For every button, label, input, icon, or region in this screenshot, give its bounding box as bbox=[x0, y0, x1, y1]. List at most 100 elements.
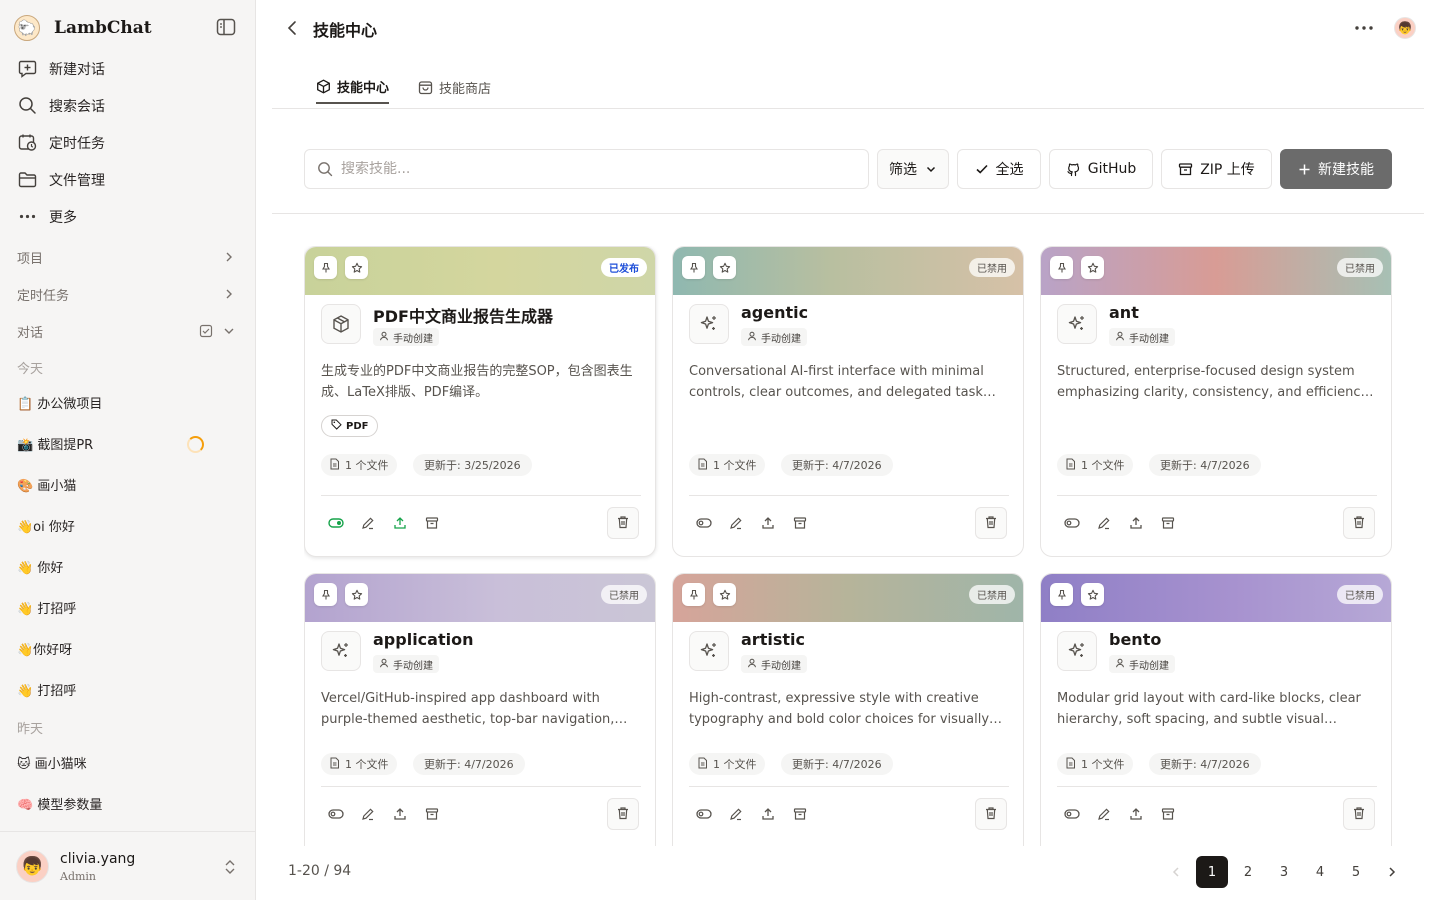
conversation-item[interactable]: 👋你好呀 bbox=[17, 633, 239, 663]
edit-icon[interactable] bbox=[1094, 804, 1114, 824]
github-import-button[interactable]: GitHub bbox=[1049, 149, 1153, 189]
publish-icon[interactable] bbox=[758, 513, 778, 533]
nav-scheduled[interactable]: 定时任务 bbox=[0, 124, 255, 161]
page-button-2[interactable]: 2 bbox=[1232, 856, 1264, 888]
prev-page-button[interactable] bbox=[1160, 856, 1192, 888]
section-scheduled[interactable]: 定时任务 bbox=[0, 277, 255, 311]
conversation-item[interactable]: 👋 打招呼 bbox=[17, 592, 239, 622]
skill-card[interactable]: 已发布 PDF中文商业报告生成器 手动创建 生成专业的PDF中文商业报告的完整SOP，… bbox=[304, 246, 656, 557]
section-conversations[interactable]: 对话 bbox=[0, 314, 255, 348]
skill-card[interactable]: 已禁用 application 手动创建 Vercel/GitHub-inspired… bbox=[304, 573, 656, 846]
page-button-1[interactable]: 1 bbox=[1196, 856, 1228, 888]
file-count-badge: 1 个文件 bbox=[689, 454, 765, 476]
toggle-off-icon[interactable] bbox=[694, 804, 714, 824]
app-name: LambChat bbox=[54, 18, 152, 38]
search-box[interactable] bbox=[304, 149, 869, 189]
select-all-button[interactable]: 全选 bbox=[957, 149, 1041, 189]
conversation-item[interactable]: 📋 办公微项目 bbox=[17, 387, 239, 417]
nav-new-chat[interactable]: 新建对话 bbox=[0, 50, 255, 87]
more-horizontal-icon[interactable] bbox=[1353, 18, 1375, 38]
brand[interactable]: 🐑 LambChat bbox=[14, 12, 152, 44]
filter-button[interactable]: 筛选 bbox=[877, 149, 949, 189]
pin-icon[interactable] bbox=[314, 583, 337, 606]
star-icon[interactable] bbox=[1081, 256, 1104, 279]
toggle-off-icon[interactable] bbox=[1062, 513, 1082, 533]
conversation-item[interactable]: 👋 你好 bbox=[17, 551, 239, 581]
conversation-item[interactable]: 🧠 模型参数量 bbox=[17, 788, 239, 818]
user-icon bbox=[1115, 331, 1129, 344]
delete-button[interactable] bbox=[607, 798, 639, 830]
publish-icon[interactable] bbox=[1126, 513, 1146, 533]
pin-icon[interactable] bbox=[1050, 256, 1073, 279]
source-label: 手动创建 bbox=[761, 333, 801, 345]
tag-label: PDF bbox=[346, 420, 369, 432]
skill-card[interactable]: 已禁用 ant 手动创建 Structured, enterprise-focused… bbox=[1040, 246, 1392, 557]
skill-name: bento bbox=[1109, 630, 1162, 649]
pin-icon[interactable] bbox=[682, 256, 705, 279]
archive-icon[interactable] bbox=[790, 513, 810, 533]
source-label: 手动创建 bbox=[1129, 333, 1169, 345]
toggle-off-icon[interactable] bbox=[694, 513, 714, 533]
edit-icon[interactable] bbox=[726, 513, 746, 533]
avatar[interactable]: 👦 bbox=[1394, 17, 1416, 39]
conversation-item[interactable]: 🎨 画小猫 bbox=[17, 469, 239, 499]
delete-button[interactable] bbox=[975, 507, 1007, 539]
edit-icon[interactable] bbox=[1094, 513, 1114, 533]
delete-button[interactable] bbox=[975, 798, 1007, 830]
nav-more[interactable]: 更多 bbox=[0, 198, 255, 235]
publish-icon[interactable] bbox=[758, 804, 778, 824]
new-chat-icon bbox=[17, 59, 37, 79]
select-edit-icon[interactable] bbox=[199, 324, 213, 342]
edit-icon[interactable] bbox=[726, 804, 746, 824]
nav-files[interactable]: 文件管理 bbox=[0, 161, 255, 198]
conversation-item[interactable]: 🐱 画小猫咪 bbox=[17, 747, 239, 777]
star-icon[interactable] bbox=[1081, 583, 1104, 606]
conversation-item[interactable]: 👋 打招呼 bbox=[17, 674, 239, 704]
delete-button[interactable] bbox=[1343, 798, 1375, 830]
publish-icon[interactable] bbox=[390, 804, 410, 824]
pin-icon[interactable] bbox=[1050, 583, 1073, 606]
toggle-off-icon[interactable] bbox=[1062, 804, 1082, 824]
pin-icon[interactable] bbox=[682, 583, 705, 606]
nav-search[interactable]: 搜索会话 bbox=[0, 87, 255, 124]
tab-skill-store[interactable]: 技能商店 bbox=[418, 70, 491, 104]
conversation-item[interactable]: 📸 截图提PR bbox=[17, 428, 239, 458]
archive-icon[interactable] bbox=[1158, 804, 1178, 824]
tag-pill[interactable]: PDF bbox=[321, 415, 379, 437]
skill-card[interactable]: 已禁用 bento 手动创建 Modular grid layout with car… bbox=[1040, 573, 1392, 846]
sidebar-toggle-icon[interactable] bbox=[216, 18, 236, 36]
edit-icon[interactable] bbox=[358, 513, 378, 533]
delete-button[interactable] bbox=[607, 507, 639, 539]
next-page-button[interactable] bbox=[1376, 856, 1408, 888]
archive-icon[interactable] bbox=[422, 804, 442, 824]
delete-button[interactable] bbox=[1343, 507, 1375, 539]
star-icon[interactable] bbox=[713, 256, 736, 279]
archive-icon[interactable] bbox=[790, 804, 810, 824]
user-menu[interactable]: 👦 clivia.yang Admin bbox=[0, 831, 255, 900]
page-button-5[interactable]: 5 bbox=[1340, 856, 1372, 888]
publish-icon[interactable] bbox=[390, 513, 410, 533]
pin-icon[interactable] bbox=[314, 256, 337, 279]
page-button-4[interactable]: 4 bbox=[1304, 856, 1336, 888]
archive-icon[interactable] bbox=[422, 513, 442, 533]
page-button-3[interactable]: 3 bbox=[1268, 856, 1300, 888]
skill-card[interactable]: 已禁用 agentic 手动创建 Conversational AI-first in… bbox=[672, 246, 1024, 557]
new-skill-button[interactable]: 新建技能 bbox=[1280, 149, 1392, 189]
star-icon[interactable] bbox=[713, 583, 736, 606]
skill-card[interactable]: 已禁用 artistic 手动创建 High-contrast, expressive… bbox=[672, 573, 1024, 846]
avatar: 👦 bbox=[16, 850, 49, 883]
star-icon[interactable] bbox=[345, 256, 368, 279]
conversation-item[interactable]: 👋oi 你好 bbox=[17, 510, 239, 540]
publish-icon[interactable] bbox=[1126, 804, 1146, 824]
toggle-on-icon[interactable] bbox=[326, 513, 346, 533]
zip-upload-button[interactable]: ZIP 上传 bbox=[1161, 149, 1272, 189]
edit-icon[interactable] bbox=[358, 804, 378, 824]
updated-date-badge: 更新于: 4/7/2026 bbox=[781, 454, 893, 476]
star-icon[interactable] bbox=[345, 583, 368, 606]
section-projects[interactable]: 项目 bbox=[0, 240, 255, 274]
archive-icon[interactable] bbox=[1158, 513, 1178, 533]
back-arrow-icon[interactable] bbox=[284, 18, 302, 38]
tab-skill-center[interactable]: 技能中心 bbox=[316, 70, 390, 104]
toggle-off-icon[interactable] bbox=[326, 804, 346, 824]
search-input[interactable] bbox=[341, 161, 841, 177]
